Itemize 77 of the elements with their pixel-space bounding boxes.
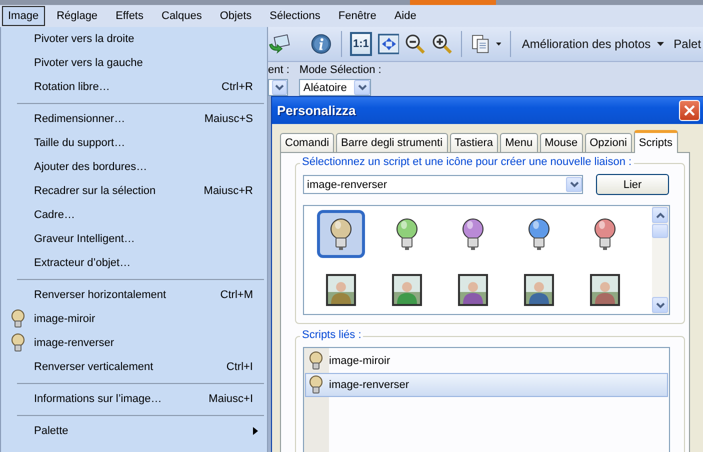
option-label: ent : bbox=[268, 64, 290, 76]
person-picture-icon bbox=[524, 274, 554, 306]
bulb-icon bbox=[461, 217, 485, 251]
menubar-item[interactable]: Objets bbox=[214, 6, 258, 26]
bulb-icon bbox=[10, 333, 24, 353]
option-label: Mode Sélection : bbox=[299, 64, 382, 76]
menubar-item[interactable]: Calques bbox=[156, 6, 208, 26]
menu-item[interactable]: image-renverser bbox=[1, 331, 267, 355]
window-title: Personalizza bbox=[277, 103, 356, 118]
menubar-item[interactable]: Image bbox=[2, 6, 45, 26]
menu-item[interactable]: Graveur Intelligent… bbox=[1, 227, 267, 251]
chevron-up-icon bbox=[656, 212, 664, 218]
menu-item[interactable]: Renverser horizontalement Ctrl+M bbox=[1, 283, 267, 307]
dropdown-field[interactable] bbox=[268, 79, 288, 96]
tab[interactable]: Barre degli strumenti bbox=[336, 133, 448, 153]
menu-item[interactable]: Rotation libre… Ctrl+R bbox=[1, 75, 267, 99]
menu-item[interactable]: Palette bbox=[1, 419, 267, 443]
link-button[interactable]: Lier bbox=[596, 174, 669, 195]
menu-item[interactable]: Informations sur l’image… Maiusc+I bbox=[1, 387, 267, 411]
list-item[interactable]: image-miroir bbox=[305, 349, 668, 373]
menubar-item[interactable]: Sélections bbox=[264, 6, 326, 26]
tab[interactable]: Mouse bbox=[540, 133, 583, 153]
tab[interactable]: Scripts bbox=[634, 130, 678, 153]
tab[interactable]: Comandi bbox=[280, 133, 334, 153]
bulb-icon bbox=[593, 217, 617, 251]
menu-item[interactable]: Taille du support… bbox=[1, 131, 267, 155]
caret-icon bbox=[656, 42, 664, 46]
group-legend: Sélectionnez un script et une icône pour créer une nouvelle liaison : bbox=[300, 156, 634, 168]
bulb-icon bbox=[10, 309, 24, 329]
person-picture-icon bbox=[590, 274, 620, 306]
tab[interactable]: Opzioni bbox=[584, 133, 632, 153]
menu-item[interactable]: Renverser verticalement Ctrl+I bbox=[1, 355, 267, 379]
menu-item[interactable]: Pivoter vers la gauche bbox=[1, 51, 267, 75]
actual-size-button[interactable]: 1:1 bbox=[350, 32, 372, 56]
bulb-icon bbox=[309, 351, 323, 371]
shortcut-text: Maiusc+S bbox=[204, 113, 253, 125]
bulb-icon bbox=[309, 375, 323, 395]
menubar-item[interactable]: Réglage bbox=[50, 6, 104, 26]
person-picture-icon bbox=[458, 274, 488, 306]
menubar-item[interactable]: Aide bbox=[388, 6, 422, 26]
fit-window-icon[interactable] bbox=[378, 31, 400, 57]
bulb-icon bbox=[395, 217, 419, 251]
menubar-item[interactable]: Effets bbox=[110, 6, 150, 26]
menu-item[interactable]: Recadrer sur la sélection Maiusc+R bbox=[1, 179, 267, 203]
scroll-thumb[interactable] bbox=[652, 224, 668, 238]
icon-option[interactable] bbox=[317, 210, 365, 258]
bulb-icon bbox=[329, 217, 353, 251]
shortcut-text: Ctrl+I bbox=[226, 361, 253, 373]
script-dropdown[interactable]: image-renverser bbox=[303, 175, 583, 194]
scrollbar[interactable] bbox=[652, 206, 669, 314]
group-legend: Scripts liés : bbox=[300, 329, 364, 341]
photo-enhance-menu[interactable]: Amélioration des photos bbox=[520, 37, 666, 51]
menu-item[interactable]: image-miroir bbox=[1, 307, 267, 331]
person-picture-icon bbox=[392, 274, 422, 306]
selection-mode-dropdown[interactable]: Aléatoire bbox=[299, 79, 372, 96]
shortcut-text: Maiusc+R bbox=[204, 185, 253, 197]
chevron-down-icon bbox=[656, 302, 664, 308]
submenu-arrow-icon bbox=[253, 427, 258, 435]
menu-item[interactable]: Pivoter vers la droite bbox=[1, 27, 267, 51]
bulb-icon bbox=[527, 217, 551, 251]
close-icon bbox=[684, 105, 695, 116]
shortcut-text: Ctrl+R bbox=[222, 81, 253, 93]
menubar-item[interactable]: Fenêtre bbox=[332, 6, 382, 26]
info-icon[interactable] bbox=[311, 31, 332, 57]
tab[interactable]: Menu bbox=[500, 133, 538, 153]
close-button[interactable] bbox=[679, 100, 700, 121]
menu-item[interactable]: Extracteur d’objet… bbox=[1, 251, 267, 275]
menu-item[interactable]: Cadre… bbox=[1, 203, 267, 227]
menu-item[interactable]: Ajouter des bordures… bbox=[1, 155, 267, 179]
menu-item[interactable]: Redimensionner… Maiusc+S bbox=[1, 107, 267, 131]
palettes-menu[interactable]: Palet bbox=[672, 37, 703, 51]
shortcut-text: Maiusc+I bbox=[208, 393, 253, 405]
caret-icon[interactable] bbox=[496, 42, 502, 46]
list-item[interactable]: image-renverser bbox=[305, 373, 668, 397]
person-picture-icon bbox=[326, 274, 356, 306]
shortcut-text: Ctrl+M bbox=[220, 289, 253, 301]
tab[interactable]: Tastiera bbox=[450, 133, 498, 153]
